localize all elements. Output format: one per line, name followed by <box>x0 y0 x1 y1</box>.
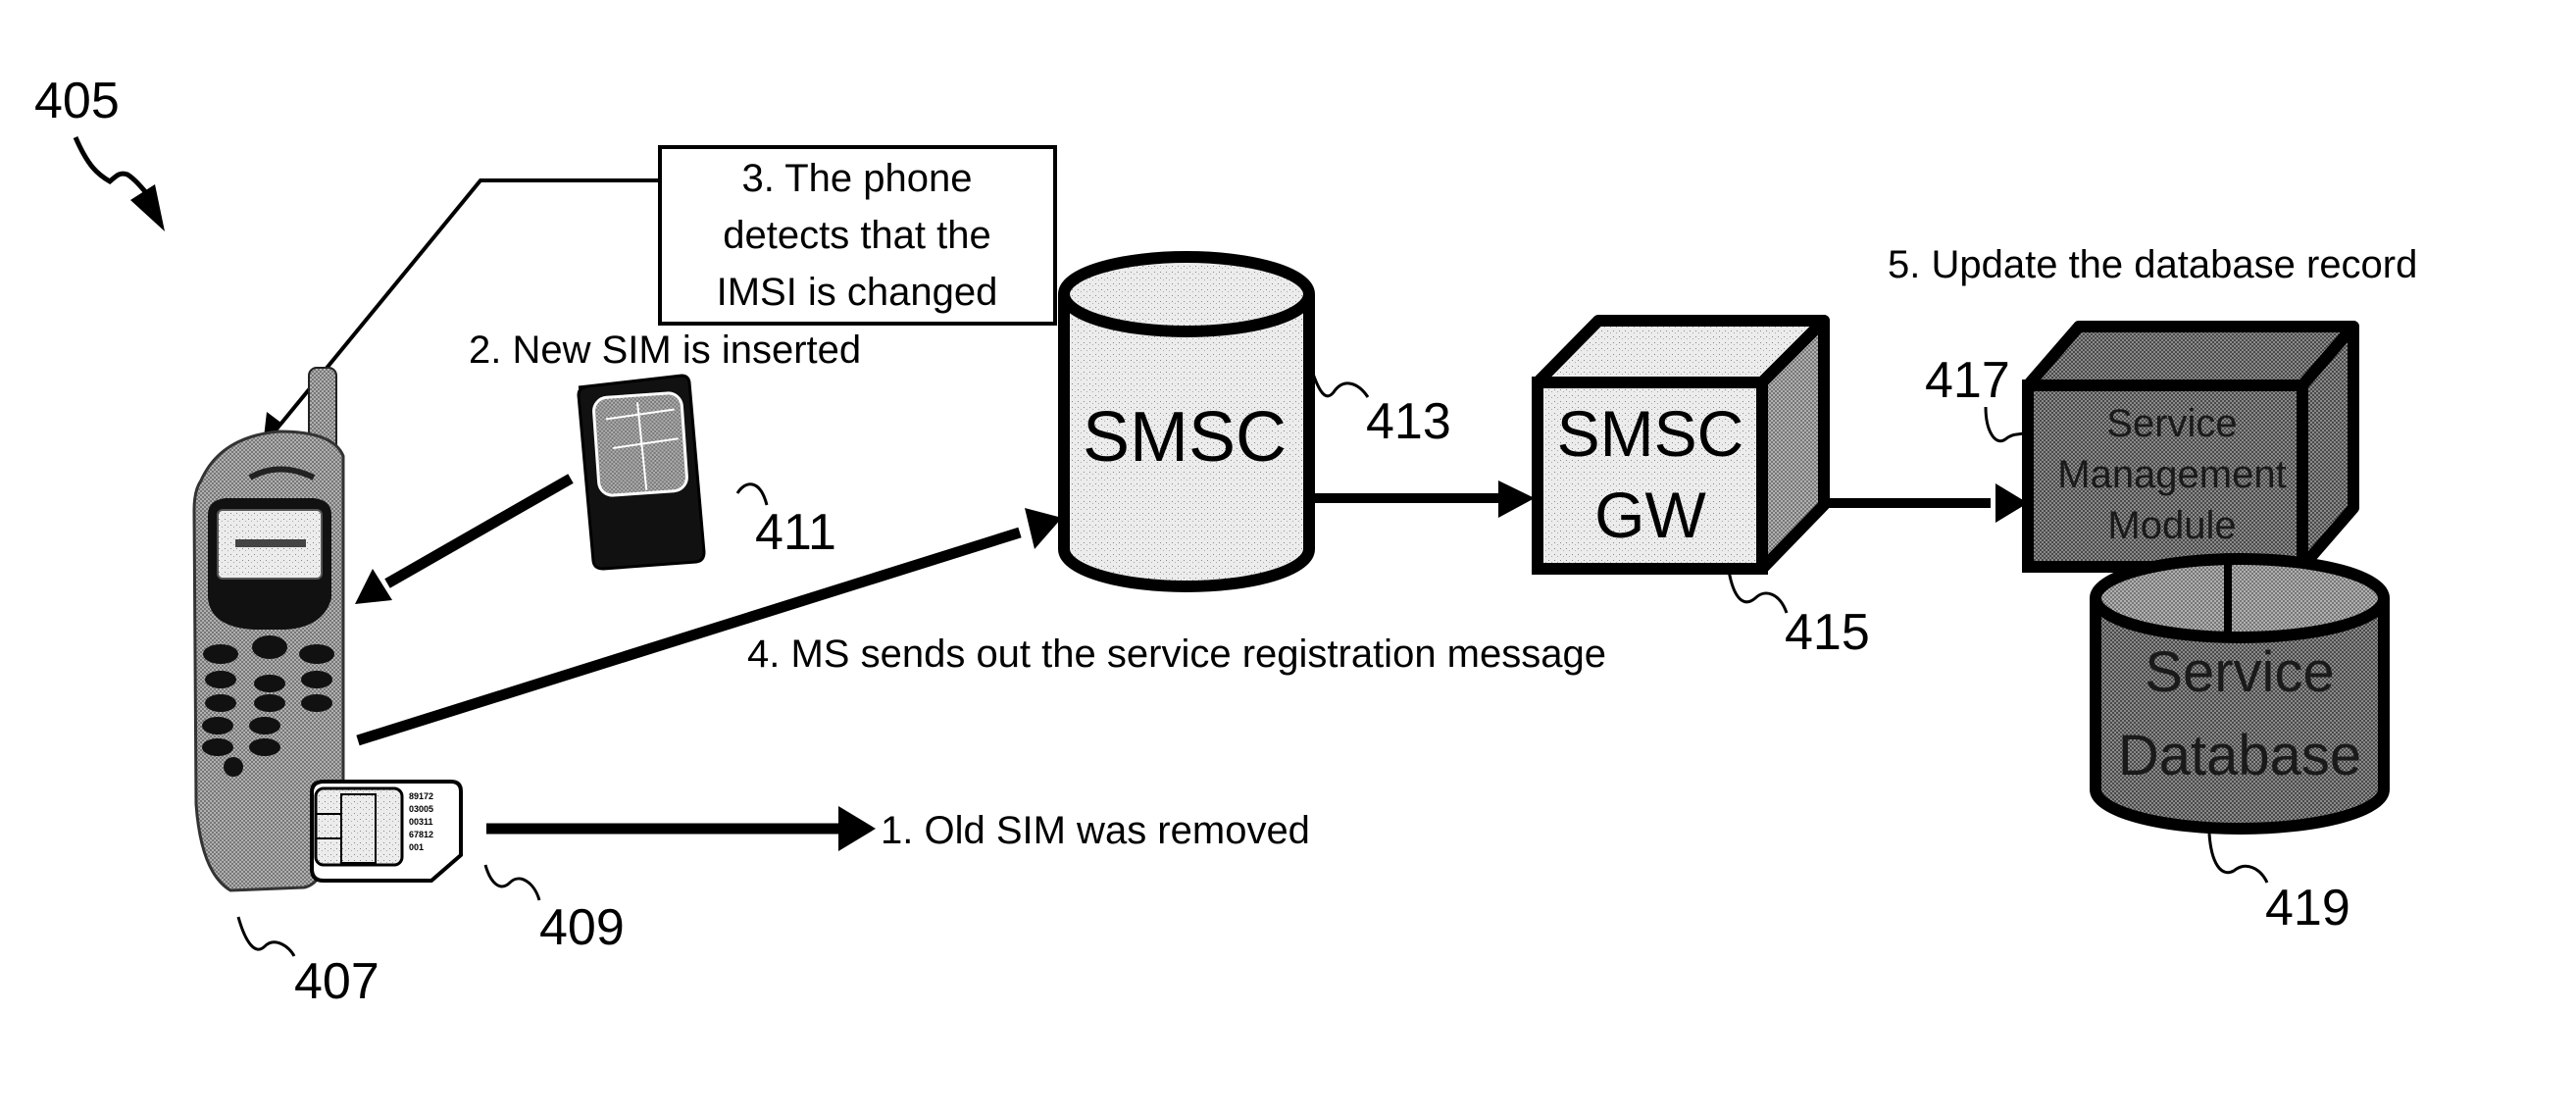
service-db-ref-number: 419 <box>2265 880 2350 937</box>
smsc-cylinder-top <box>1058 251 1315 337</box>
smm-label-line-2: Management <box>2057 453 2286 496</box>
smsc-node: SMSC 413 <box>1058 251 1451 592</box>
step1-label: 1. Old SIM was removed <box>881 809 1310 852</box>
old-sim-ref-squiggle <box>483 864 541 901</box>
new-sim-card: 411 <box>577 374 836 571</box>
arrow-old-sim-removed-head-icon <box>838 806 876 851</box>
smsc-ref-number: 413 <box>1366 393 1451 450</box>
smsc-gw-node: SMSC GW 415 <box>1532 315 1870 661</box>
new-sim-ref-squiggle <box>735 482 769 506</box>
smsc-gw-label-line-2: GW <box>1594 479 1706 551</box>
smm-ref-squiggle <box>1984 406 2029 443</box>
step4-label: 4. MS sends out the service registration… <box>747 633 1606 676</box>
figure-ref-number: 405 <box>34 73 120 129</box>
step3-line-3: IMSI is changed <box>717 271 998 314</box>
arrow-phone-to-smsc-head-icon <box>1025 508 1062 549</box>
smsc-ref-squiggle <box>1309 367 1370 398</box>
phone-ref-number: 407 <box>294 953 379 1010</box>
figure-ref-squiggle-arrow <box>73 136 151 198</box>
service-management-module-node: Service Management Module 417 <box>1925 321 2359 573</box>
arrow-new-sim-to-phone-head-icon <box>355 569 392 604</box>
svg-text:67812: 67812 <box>409 830 433 839</box>
step3-line-1: 3. The phone <box>741 157 972 200</box>
service-db-label-line-2: Database <box>2118 724 2361 787</box>
mobile-phone: 407 <box>192 367 379 1010</box>
smsc-label: SMSC <box>1083 398 1287 477</box>
svg-text:03005: 03005 <box>409 804 433 814</box>
svg-text:001: 001 <box>409 842 424 852</box>
figure-reference-405: 405 <box>34 73 165 231</box>
step2-label: 2. New SIM is inserted <box>469 329 861 372</box>
old-sim-ref-number: 409 <box>539 899 625 956</box>
arrow-smsc-to-gw-head-icon <box>1498 481 1535 518</box>
service-db-ref-squiggle <box>2207 833 2269 884</box>
old-sim-chip <box>314 786 404 867</box>
svg-text:00311: 00311 <box>409 817 433 827</box>
figure-ref-arrowhead-icon <box>130 184 165 231</box>
new-sim-ref-number: 411 <box>755 504 836 561</box>
service-database-node: Service Database 419 <box>2090 553 2390 937</box>
step5-label: 5. Update the database record <box>1888 243 2417 286</box>
sim-change-flow-diagram: 405 3. The phone detects that the IMSI i… <box>34 73 2417 1010</box>
old-sim-card: 89172 03005 00311 67812 001 409 <box>310 780 625 956</box>
svg-text:89172: 89172 <box>409 791 433 801</box>
phone-ref-squiggle <box>236 916 296 957</box>
smsc-gw-ref-number: 415 <box>1785 604 1870 661</box>
smm-label-line-3: Module <box>2107 504 2236 547</box>
smsc-gw-label-line-1: SMSC <box>1557 397 1744 470</box>
service-db-cylinder-top <box>2090 553 2390 643</box>
smm-ref-number: 417 <box>1925 352 2010 409</box>
arrow-new-sim-to-phone <box>384 474 574 588</box>
smsc-gw-ref-squiggle <box>1727 570 1789 614</box>
smm-label-line-1: Service <box>2106 402 2237 445</box>
step3-line-2: detects that the <box>723 214 991 257</box>
service-db-label-line-1: Service <box>2145 640 2334 704</box>
